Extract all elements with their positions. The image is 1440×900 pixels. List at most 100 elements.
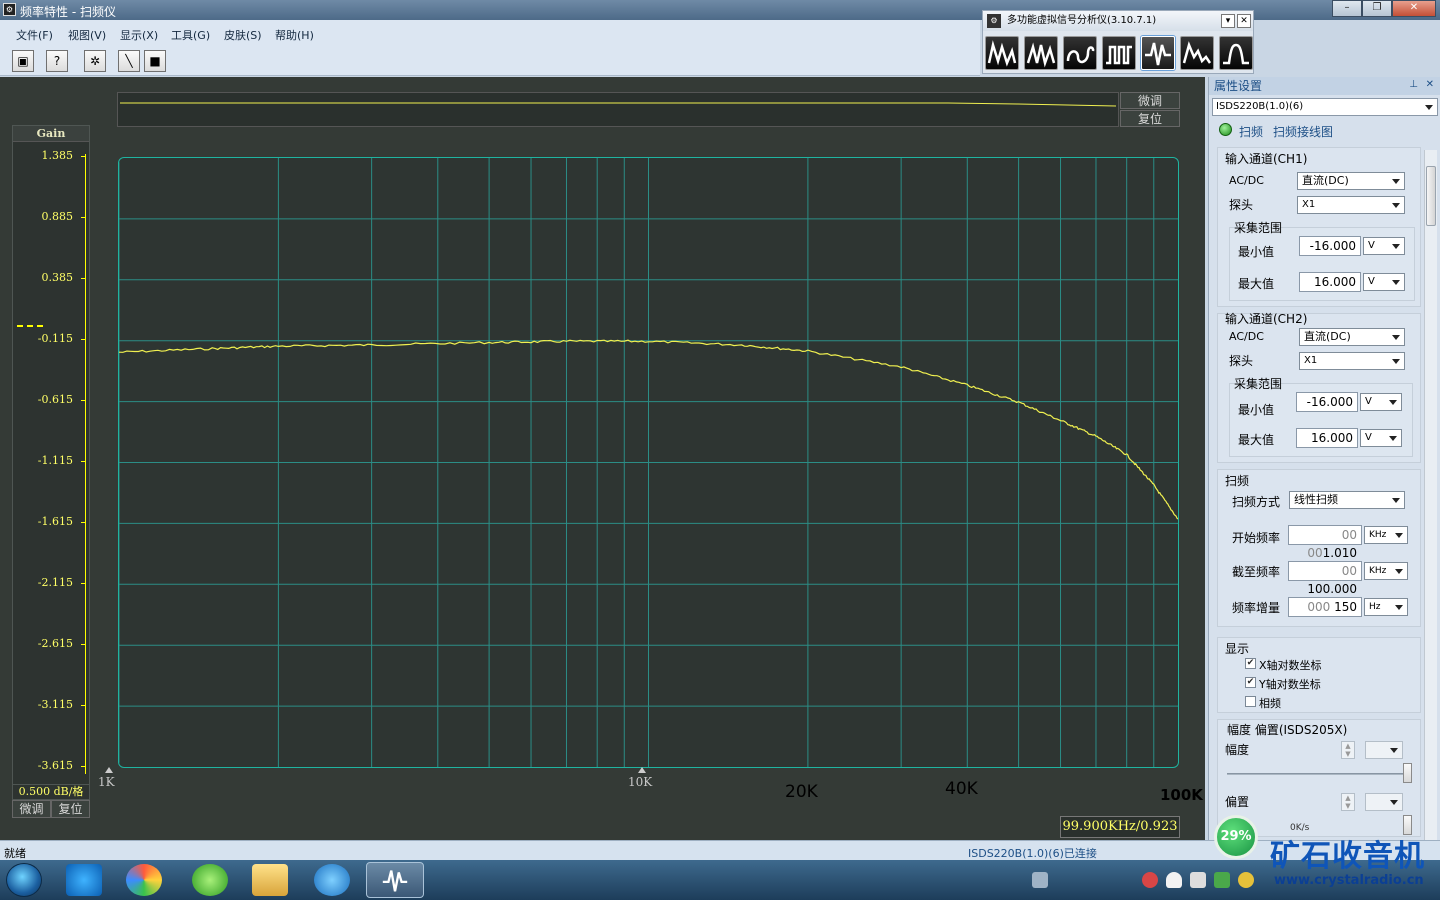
offset-slider-thumb[interactable] [1403,815,1412,835]
shield-icon[interactable] [1214,872,1230,888]
ch2-max-unit-select[interactable]: V [1360,429,1402,447]
pulse-icon[interactable] [1102,36,1136,70]
start-button[interactable] [6,863,42,897]
recorder-icon[interactable] [1180,36,1214,70]
ch2-min-input[interactable]: -16.000 [1296,392,1358,412]
ch1-acdc-label: AC/DC [1229,174,1264,187]
folder-icon[interactable] [252,864,288,896]
sweep-plot[interactable] [118,157,1179,768]
save-icon[interactable]: ▣ [12,50,34,72]
filter-icon[interactable] [1219,36,1253,70]
stop-freq-input[interactable]: 00 100.000 [1288,561,1362,596]
x-log-checkbox[interactable]: ✔ [1245,658,1256,669]
device-select[interactable]: ISDS220B(1.0)(6) [1212,98,1438,116]
y-log-checkbox[interactable]: ✔ [1245,677,1256,688]
overview-strip[interactable] [117,92,1119,127]
module-dropdown-icon[interactable]: ▾ [1221,14,1235,28]
x-marker-left[interactable] [105,767,113,773]
stop-icon[interactable]: ■ [144,50,166,72]
offset-label: 偏置 [1225,795,1250,809]
x-marker-10k[interactable] [638,767,646,773]
panel-scrollbar[interactable] [1424,150,1437,840]
ch2-max-label: 最大值 [1238,433,1275,447]
y-tick-label: -1.615 [37,515,73,528]
y-fine-tune-button[interactable]: 微调 [12,800,51,818]
tray-yellow-icon[interactable] [1238,872,1254,888]
sweep-icon[interactable] [1141,36,1175,70]
ch2-max-input[interactable]: 16.000 [1296,428,1358,448]
amp-spinner[interactable]: ▲ ▼ [1341,741,1355,759]
ie-icon[interactable] [66,864,102,896]
sweep-mode-select[interactable]: 线性扫频 [1289,491,1405,509]
settings-icon[interactable]: ✲ [84,50,106,72]
start-freq-input[interactable]: 00 001.010 [1288,525,1362,560]
strip-fine-tune-button[interactable]: 微调 [1120,92,1180,109]
bell-icon[interactable] [1166,872,1182,888]
tray-red-icon[interactable] [1142,872,1158,888]
stop-freq-unit-select[interactable]: KHz [1364,562,1408,580]
ch1-probe-select[interactable]: X1 [1297,196,1405,214]
ch2-acdc-label: AC/DC [1229,330,1264,343]
amp-slider-thumb[interactable] [1403,763,1412,783]
strip-reset-button[interactable]: 复位 [1120,110,1180,127]
spectrum-icon[interactable] [1024,36,1058,70]
taskbar [0,860,1440,900]
ch1-max-input[interactable]: 16.000 [1299,272,1361,292]
mode-label: 扫频 [1239,125,1264,139]
keyboard-icon[interactable] [1032,872,1048,888]
close-button[interactable]: ✕ [1392,0,1436,17]
oscilloscope-icon[interactable] [985,36,1019,70]
draw-line-icon[interactable]: ╲ [118,50,140,72]
maximize-button[interactable]: ❐ [1362,0,1392,17]
panel-scrollbar-thumb[interactable] [1426,166,1436,226]
watermark-title: 矿石收音机 [1270,839,1425,874]
module-close-icon[interactable]: ✕ [1237,14,1251,28]
pin-icon[interactable]: ⊥ [1409,79,1418,90]
ch2-acdc-select[interactable]: 直流(DC) [1299,328,1405,346]
media-icon[interactable] [126,864,162,896]
menu-help[interactable]: 帮助(H) [275,27,314,43]
amp-label: 幅度 [1225,743,1250,757]
ch1-probe-label: 探头 [1229,198,1254,212]
y-tick-label: -3.115 [37,698,73,711]
speed-gauge[interactable]: 29% [1214,815,1258,859]
y-reset-button[interactable]: 复位 [51,800,90,818]
browser-icon[interactable] [192,864,228,896]
ch2-group-title: 输入通道(CH2) [1225,312,1308,326]
freq-step-input[interactable]: 000 150 [1288,597,1362,617]
cursor-readout: 99.900KHz/0.923 [1060,816,1180,838]
menu-view[interactable]: 视图(V) [68,27,106,43]
window-title: 频率特性 - 扫频仪 [20,5,116,19]
offset-unit-select[interactable] [1365,793,1403,811]
offset-spinner[interactable]: ▲ ▼ [1341,793,1355,811]
panel-close-icon[interactable]: ✕ [1426,79,1434,90]
ch1-max-unit-select[interactable]: V [1363,273,1405,291]
start-freq-label: 开始频率 [1232,531,1281,545]
menu-file[interactable]: 文件(F) [16,27,53,43]
ie-alt-icon[interactable] [314,864,350,896]
sweep-plot-svg [119,158,1178,767]
y-marker[interactable] [17,325,43,327]
wiring-diagram-link[interactable]: 扫频接线图 [1273,123,1333,140]
menu-display[interactable]: 显示(X) [120,27,158,43]
ch2-probe-select[interactable]: X1 [1299,352,1405,370]
start-freq-unit-select[interactable]: KHz [1364,526,1408,544]
amp-slider[interactable] [1227,773,1403,775]
status-green-icon [1219,123,1232,136]
phase-checkbox[interactable] [1245,696,1256,707]
minimize-button[interactable]: – [1332,0,1362,17]
ch1-acdc-select[interactable]: 直流(DC) [1297,172,1405,190]
freq-step-unit-select[interactable]: Hz [1364,598,1408,616]
taskbar-app-sweep[interactable] [366,862,424,898]
ch1-min-unit-select[interactable]: V [1363,237,1405,255]
menu-skin[interactable]: 皮肤(S) [224,27,262,43]
ch2-probe-label: 探头 [1229,354,1254,368]
ch2-min-unit-select[interactable]: V [1360,393,1402,411]
menu-tools[interactable]: 工具(G) [171,27,210,43]
amp-unit-select[interactable] [1365,741,1403,759]
help-icon[interactable]: ? [46,50,68,72]
xy-plot-icon[interactable] [1063,36,1097,70]
phase-label: 相频 [1259,697,1281,710]
tray-app-icon[interactable] [1190,872,1206,888]
ch1-min-input[interactable]: -16.000 [1299,236,1361,256]
